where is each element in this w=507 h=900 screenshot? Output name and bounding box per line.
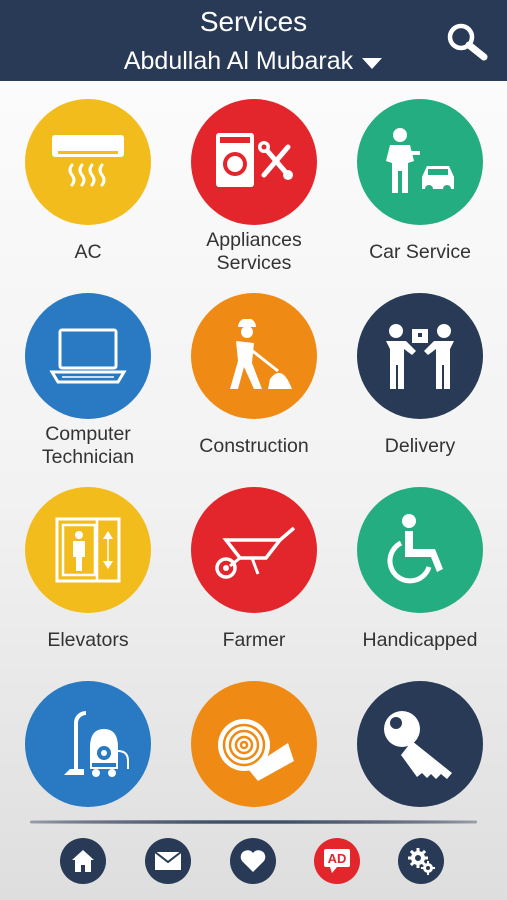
laptop-icon (49, 328, 127, 384)
elevator-icon (55, 517, 121, 583)
service-tile-delivery[interactable]: Delivery (336, 275, 504, 465)
mail-icon (154, 851, 182, 870)
washing-machine-tools-icon (216, 133, 293, 187)
service-label: Elevators (47, 629, 129, 651)
carpet-roll-icon (218, 719, 294, 781)
service-tile-construction[interactable]: Construction (170, 275, 338, 465)
service-tile-farmer[interactable]: Farmer (170, 469, 338, 659)
heart-icon (240, 850, 266, 872)
service-tile-car-service[interactable]: Car Service (336, 81, 504, 271)
search-icon (447, 23, 488, 61)
service-tile-elevators[interactable]: Elevators (4, 469, 172, 659)
nav-favorites-button[interactable] (230, 838, 276, 884)
service-tile-appliances[interactable]: Appliances Services (170, 81, 338, 274)
key-icon (384, 711, 452, 779)
service-label: Computer Technician (41, 423, 135, 468)
service-circle (25, 293, 151, 419)
service-label: Delivery (384, 435, 456, 457)
services-grid: AC Appliances Services Car Service Compu… (0, 81, 507, 821)
ad-icon-text: AD (328, 851, 347, 866)
service-label: Farmer (222, 629, 286, 651)
nav-home-button[interactable] (60, 838, 106, 884)
service-circle (357, 99, 483, 225)
construction-worker-icon (230, 319, 292, 389)
bottom-divider (30, 820, 477, 824)
service-label: AC (74, 241, 102, 263)
air-conditioner-icon (52, 135, 124, 187)
service-circle (357, 293, 483, 419)
service-tile-cleaning[interactable] (4, 663, 172, 853)
service-tile-handicapped[interactable]: Handicapped (336, 469, 504, 659)
service-label: Car Service (369, 241, 471, 263)
settings-gears-icon (408, 848, 435, 875)
search-button[interactable] (445, 22, 489, 62)
app-header: Services Abdullah Al Mubarak (0, 0, 507, 81)
page-title: Services (199, 6, 308, 37)
nav-settings-button[interactable] (398, 838, 444, 884)
bottom-navigation: AD (0, 828, 507, 900)
service-circle (25, 487, 151, 613)
ad-icon: AD (324, 849, 350, 873)
vacuum-cleaner-icon (64, 711, 129, 777)
nav-ads-button[interactable]: AD (314, 838, 360, 884)
delivery-people-icon (386, 324, 454, 389)
service-tile-carpet[interactable] (170, 663, 338, 853)
service-label: Construction (199, 435, 309, 457)
service-circle (191, 681, 317, 807)
wheelbarrow-icon (215, 526, 296, 579)
service-circle (357, 487, 483, 613)
service-circle (191, 99, 317, 225)
service-circle (191, 293, 317, 419)
service-tile-ac[interactable]: AC (4, 81, 172, 271)
service-tile-locksmith[interactable] (336, 663, 504, 853)
service-circle (357, 681, 483, 807)
wheelchair-icon (387, 514, 443, 584)
service-tile-computer[interactable]: Computer Technician (4, 275, 172, 468)
service-label: Handicapped (362, 629, 478, 651)
service-circle (25, 681, 151, 807)
city-name: Abdullah Al Mubarak (123, 47, 354, 75)
service-label: Appliances Services (206, 229, 302, 274)
caret-down-icon (361, 47, 383, 77)
nav-messages-button[interactable] (145, 838, 191, 884)
city-selector[interactable]: Abdullah Al Mubarak (0, 46, 507, 77)
service-circle (191, 487, 317, 613)
home-icon (72, 850, 94, 872)
service-circle (25, 99, 151, 225)
mechanic-car-icon (386, 128, 454, 193)
